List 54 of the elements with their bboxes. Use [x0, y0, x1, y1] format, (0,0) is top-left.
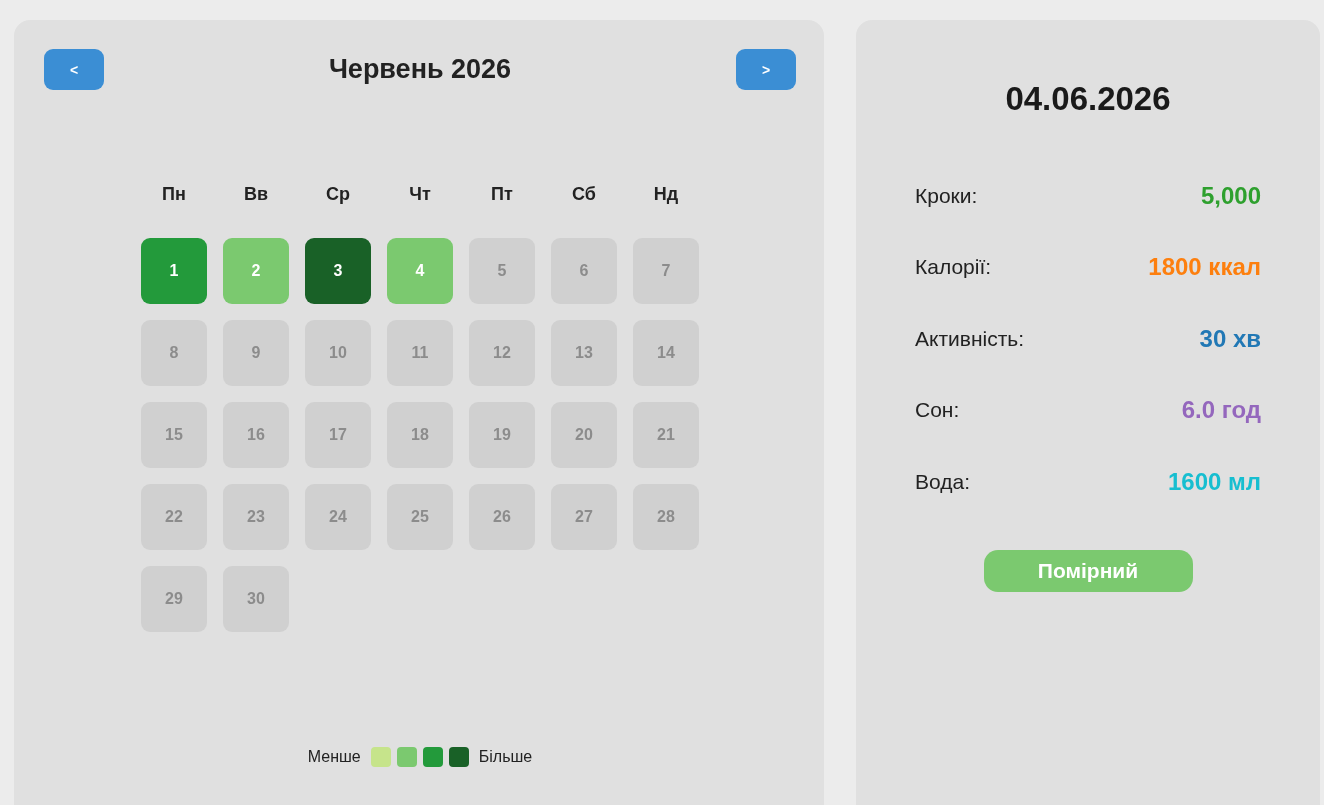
day-cell[interactable]: 4 — [387, 238, 453, 304]
next-month-button[interactable]: > — [736, 49, 796, 90]
stat-value: 5,000 — [1200, 181, 1261, 210]
day-cell[interactable]: 27 — [551, 484, 617, 550]
weekday-label: Вв — [242, 184, 270, 206]
day-cell[interactable]: 10 — [305, 320, 371, 386]
activity-level-badge: Помірний — [983, 549, 1193, 592]
day-cell[interactable]: 12 — [469, 320, 535, 386]
day-cell[interactable]: 14 — [633, 320, 699, 386]
weekday-label: Сб — [571, 184, 597, 206]
stat-value: 6.0 год — [1181, 396, 1261, 425]
legend-less-label: Менше — [306, 748, 362, 766]
day-cell[interactable]: 28 — [633, 484, 699, 550]
day-cell[interactable]: 13 — [551, 320, 617, 386]
stat-label: Активність: — [915, 326, 1025, 351]
day-cell[interactable]: 26 — [469, 484, 535, 550]
day-cell[interactable]: 9 — [223, 320, 289, 386]
day-cell[interactable]: 16 — [223, 402, 289, 468]
day-cell[interactable]: 20 — [551, 402, 617, 468]
day-cell[interactable]: 23 — [223, 484, 289, 550]
day-cell[interactable]: 17 — [305, 402, 371, 468]
stat-label: Вода: — [915, 469, 970, 494]
day-cell[interactable]: 21 — [633, 402, 699, 468]
weekday-label: Пн — [161, 184, 187, 206]
weekday-label: Пт — [490, 184, 514, 206]
day-cell[interactable]: 6 — [551, 238, 617, 304]
day-cell[interactable]: 1 — [141, 238, 207, 304]
day-cell[interactable]: 7 — [633, 238, 699, 304]
day-cell[interactable]: 18 — [387, 402, 453, 468]
day-cell[interactable]: 11 — [387, 320, 453, 386]
day-cell[interactable]: 2 — [223, 238, 289, 304]
day-cell[interactable]: 5 — [469, 238, 535, 304]
weekday-label: Нд — [652, 184, 680, 206]
day-cell[interactable]: 22 — [141, 484, 207, 550]
stat-label: Сон: — [915, 398, 960, 423]
day-cell[interactable]: 30 — [223, 566, 289, 632]
day-cell[interactable]: 3 — [305, 238, 371, 304]
stat-value: 1800 ккал — [1148, 253, 1261, 282]
day-cell[interactable]: 8 — [141, 320, 207, 386]
day-cell[interactable]: 19 — [469, 402, 535, 468]
legend-more-label: Більше — [477, 748, 534, 766]
day-cell[interactable]: 15 — [141, 402, 207, 468]
day-cell[interactable]: 24 — [305, 484, 371, 550]
month-title: Червень 2026 — [328, 54, 512, 85]
weekday-label: Чт — [408, 184, 432, 206]
stat-value: 30 хв — [1199, 324, 1261, 353]
previous-month-button[interactable]: < — [44, 49, 104, 90]
day-cell[interactable]: 25 — [387, 484, 453, 550]
weekday-label: Ср — [325, 184, 351, 206]
day-cell[interactable]: 29 — [141, 566, 207, 632]
stat-label: Калорії: — [915, 255, 992, 280]
selected-date: 04.06.2026 — [1004, 80, 1172, 118]
stat-label: Кроки: — [915, 183, 978, 208]
stat-value: 1600 мл — [1167, 467, 1261, 496]
